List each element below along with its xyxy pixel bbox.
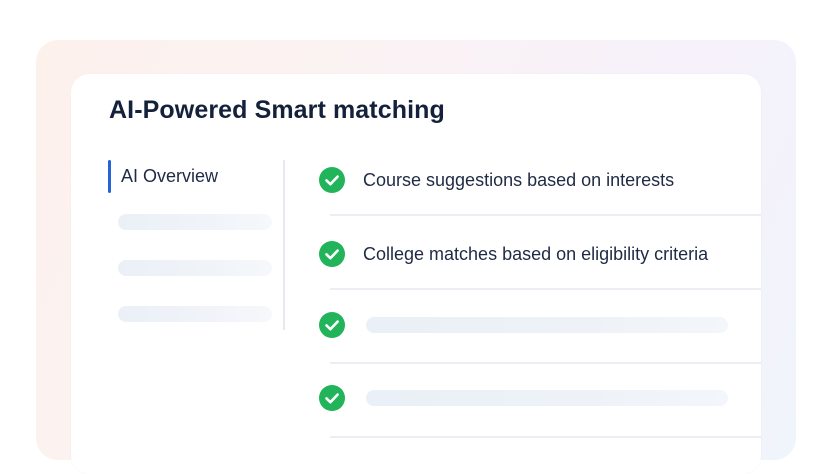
feature-item-course-suggestions: Course suggestions based on interests	[319, 162, 761, 202]
smart-matching-card: AI-Powered Smart matching AI Overview Co…	[71, 74, 761, 474]
feature-item-label: Course suggestions based on interests	[363, 170, 675, 190]
feature-item-placeholder	[319, 307, 761, 347]
check-circle-icon	[319, 385, 345, 411]
row-divider	[330, 436, 761, 438]
check-circle-icon	[319, 167, 345, 193]
sidebar-divider	[283, 160, 285, 330]
feature-item-label: College matches based on eligibility cri…	[363, 244, 709, 264]
sidebar-item-label: AI Overview	[121, 166, 219, 186]
row-divider	[330, 288, 761, 290]
sidebar-item-placeholder[interactable]	[118, 306, 272, 322]
feature-item-skeleton	[366, 390, 728, 406]
sidebar-item-placeholder[interactable]	[118, 214, 272, 230]
row-divider	[330, 214, 761, 216]
check-circle-icon	[319, 312, 345, 338]
card-title: AI-Powered Smart matching	[109, 96, 445, 124]
feature-item-placeholder	[319, 380, 761, 420]
sidebar-nav: AI Overview	[108, 160, 283, 322]
feature-item-skeleton	[366, 317, 728, 333]
check-circle-icon	[319, 241, 345, 267]
sidebar-item-placeholder[interactable]	[118, 260, 272, 276]
row-divider	[330, 362, 761, 364]
sidebar-item-ai-overview[interactable]: AI Overview	[108, 160, 283, 193]
feature-item-college-matches: College matches based on eligibility cri…	[319, 236, 761, 276]
